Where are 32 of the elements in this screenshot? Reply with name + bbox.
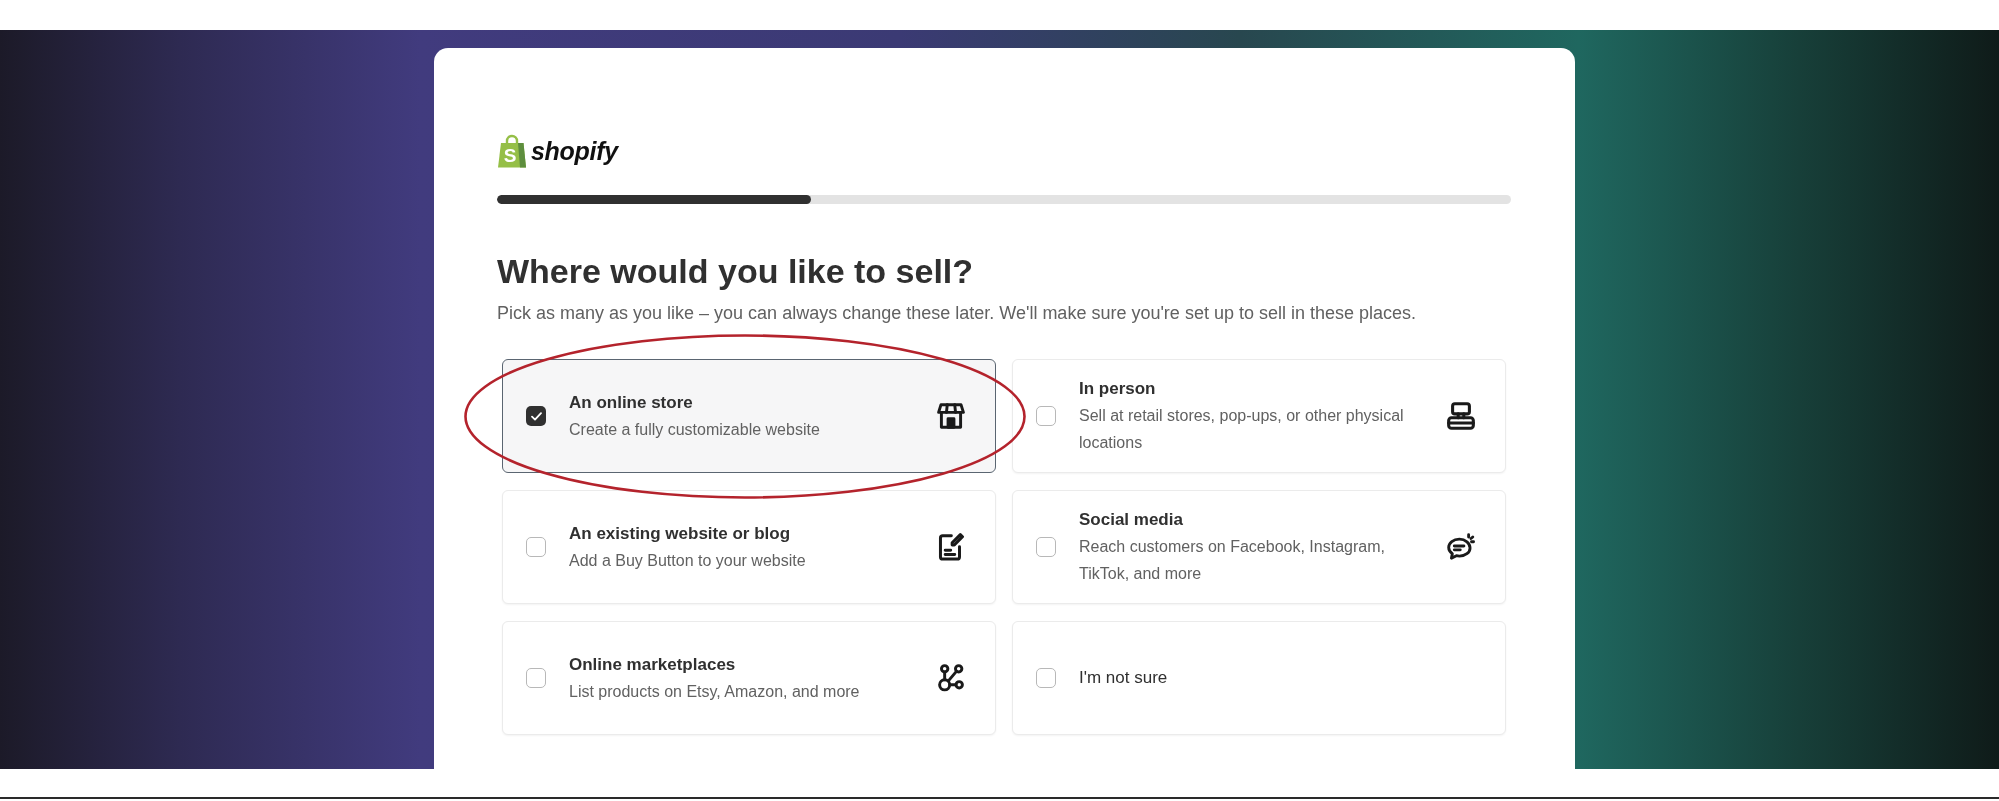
option-description: List products on Etsy, Amazon, and more [569,681,861,702]
document-edit-icon [937,533,965,561]
option-card[interactable]: Social media Reach customers on Facebook, Instagram, TikTok, and more [1012,490,1506,604]
option-description: Sell at retail stores, pop-ups, or other physical locations [1079,406,1405,453]
option-card[interactable]: Online marketplaces List products on Etsy, Amazon, and more [502,621,996,735]
option-title: Social media [1079,509,1184,531]
checkbox[interactable] [526,537,546,557]
option-description: Add a Buy Button to your website [569,550,807,571]
option-title: In person [1079,378,1157,400]
card-terminal-icon [1447,402,1475,430]
option-description: Reach customers on Facebook, Instagram, TikTok, and more [1079,537,1386,584]
option-description: Create a fully customizable website [569,419,821,440]
checkbox[interactable] [526,668,546,688]
logo-wordmark: shopify [531,136,618,166]
checkbox[interactable] [1036,406,1056,426]
chat-bubble-icon [1447,533,1475,561]
option-card[interactable]: I'm not sure [1012,621,1506,735]
checkbox[interactable] [526,406,546,426]
connected-nodes-icon [937,664,965,692]
option-card[interactable]: In person Sell at retail stores, pop-ups, or other physical locations [1012,359,1506,473]
page-subtitle: Pick as many as you like – you can always change these later. We'll make sure you're set up to sell in these places. [497,302,1417,325]
checkmark-icon [530,411,542,421]
storefront-icon [937,402,965,430]
option-title: Online marketplaces [569,653,737,676]
option-title: An existing website or blog [569,522,792,545]
option-title: An online store [569,391,694,414]
option-card[interactable]: An online store Create a fully customizable website [502,359,996,473]
option-title: I'm not sure [1079,667,1169,689]
page-heading: Where would you like to sell? [497,251,975,291]
checkbox[interactable] [1036,537,1056,557]
option-card[interactable]: An existing website or blog Add a Buy Button to your website [502,490,996,604]
checkbox[interactable] [1036,668,1056,688]
